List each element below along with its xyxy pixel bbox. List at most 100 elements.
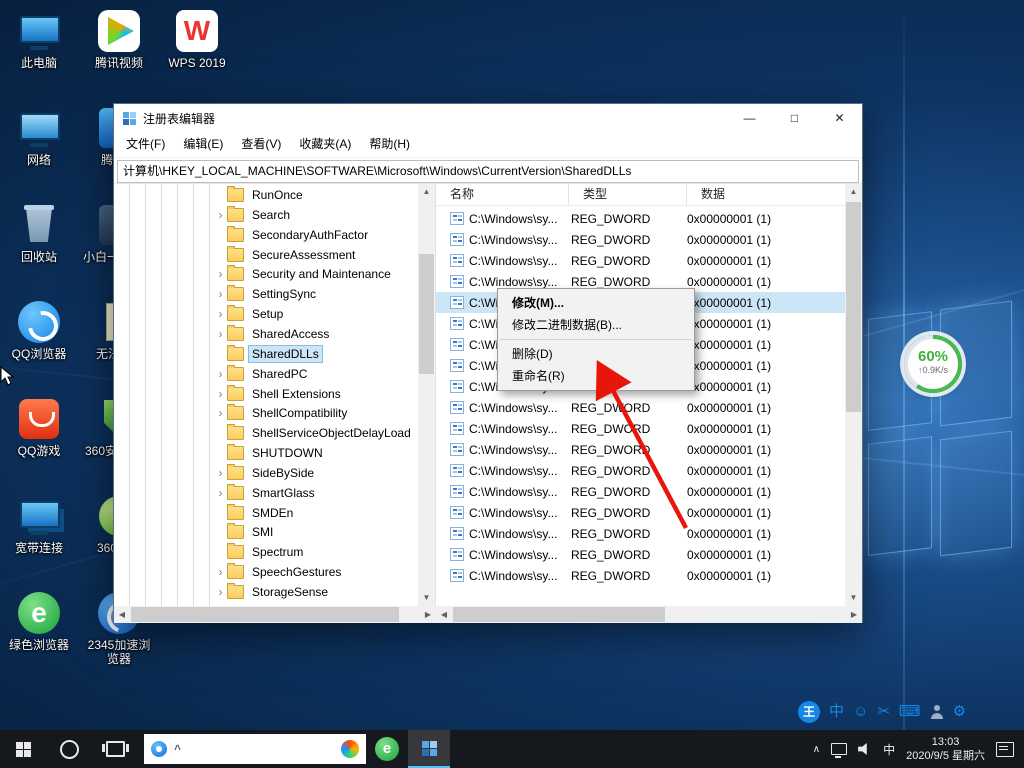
registry-row[interactable]: C:\Windows\sy...REG_DWORD0x00000001 (1) [436,502,845,523]
context-menu-item[interactable]: 修改二进制数据(B)... [498,314,694,336]
context-menu-item[interactable]: 删除(D) [498,343,694,365]
column-header[interactable]: 类型 [569,184,687,205]
expander-icon[interactable]: › [214,208,227,222]
input-language-indicator[interactable]: 中 [883,741,895,758]
desktop-icon-recycle-bin[interactable]: 回收站 [2,200,76,297]
expander-icon[interactable]: › [214,585,227,599]
desktop-icon-tencent-video[interactable]: 腾讯视频 [82,6,156,103]
expander-icon[interactable]: › [214,387,227,401]
context-menu-item[interactable]: 重命名(R) [498,365,694,387]
scroll-left-icon[interactable]: ◀ [436,606,452,623]
ime-emoji-icon[interactable]: ☺ [853,701,868,723]
expander-icon[interactable]: › [214,565,227,579]
action-center-icon[interactable] [996,742,1014,757]
tree-item[interactable]: Spectrum [114,542,419,562]
tree-item[interactable]: ›ShellCompatibility [114,403,419,423]
expander-icon[interactable]: › [214,406,227,420]
ime-user-icon[interactable] [930,705,944,719]
scroll-right-icon[interactable]: ▶ [420,606,436,623]
taskbar-green-browser-button[interactable]: e [366,730,408,768]
desktop-icon-qq-browser[interactable]: QQ浏览器 [2,297,76,394]
menu-item[interactable]: 编辑(E) [174,132,232,157]
start-button[interactable] [0,730,46,768]
tree-item[interactable]: RunOnce [114,185,419,205]
minimize-button[interactable]: — [727,104,772,132]
tree-item[interactable]: SecureAssessment [114,245,419,265]
tree-vscroll-thumb[interactable] [419,254,434,374]
expander-icon[interactable]: › [214,367,227,381]
tree-hscroll-thumb[interactable] [131,607,399,622]
expander-icon[interactable]: › [214,307,227,321]
registry-row[interactable]: C:\Windows\sy...REG_DWORD0x00000001 (1) [436,229,845,250]
desktop-icon-network[interactable]: 网络 [2,103,76,200]
menu-item[interactable]: 帮助(H) [360,132,419,157]
volume-tray-icon[interactable] [858,743,872,756]
tree-item[interactable]: SMI [114,522,419,542]
list-horizontal-scrollbar[interactable]: ◀ ▶ [436,606,862,623]
list-vscroll-thumb[interactable] [846,202,861,412]
ime-screenshot-scissors-icon[interactable]: ✂ [877,701,890,723]
desktop-icon-green-browser[interactable]: 绿色浏览器 [2,588,76,685]
tree-item[interactable]: ›Shell Extensions [114,384,419,404]
tree-item[interactable]: ›SharedAccess [114,324,419,344]
scroll-up-icon[interactable]: ▲ [418,184,435,200]
expander-icon[interactable]: › [214,327,227,341]
registry-row[interactable]: C:\Windows\sy...REG_DWORD0x00000001 (1) [436,544,845,565]
menu-item[interactable]: 文件(F) [117,132,174,157]
registry-row[interactable]: C:\Windows\sy...REG_DWORD0x00000001 (1) [436,397,845,418]
tree-item[interactable]: ›Search [114,205,419,225]
ime-logo-icon[interactable]: 王 [798,701,820,723]
taskbar-regedit-button-active[interactable] [408,730,450,768]
menu-item[interactable]: 收藏夹(A) [290,132,360,157]
column-header[interactable]: 名称 [436,184,569,205]
scroll-up-icon[interactable]: ▲ [845,184,862,200]
expander-icon[interactable]: › [214,267,227,281]
registry-row[interactable]: C:\Windows\sy...REG_DWORD0x00000001 (1) [436,418,845,439]
ime-mode-chinese-icon[interactable]: 中 [829,701,844,723]
registry-row[interactable]: C:\Windows\sy...REG_DWORD0x00000001 (1) [436,460,845,481]
cortana-button[interactable] [46,730,92,768]
browser-q-icon[interactable] [341,740,359,758]
menu-item[interactable]: 查看(V) [232,132,290,157]
expander-icon[interactable]: › [214,287,227,301]
close-button[interactable]: ✕ [817,104,862,132]
column-header[interactable]: 数据 [687,184,845,205]
tree-item[interactable]: ›SpeechGestures [114,562,419,582]
context-menu-item[interactable]: 修改(M)... [498,292,694,314]
scroll-down-icon[interactable]: ▼ [418,590,435,606]
address-input[interactable]: 计算机\HKEY_LOCAL_MACHINE\SOFTWARE\Microsof… [117,160,859,183]
tree-item[interactable]: SMDEn [114,503,419,523]
list-vertical-scrollbar[interactable]: ▲ ▼ [845,184,862,606]
speed-ball-widget[interactable]: 60% ↑0.9K/s [904,335,962,393]
tray-expand-icon[interactable]: ∧ [813,744,820,755]
ime-keyboard-icon[interactable]: ⌨ [899,701,921,723]
expander-icon[interactable]: › [214,466,227,480]
maximize-button[interactable]: □ [772,104,817,132]
tree-item[interactable]: ›StorageSense [114,582,419,602]
tree-item[interactable]: SHUTDOWN [114,443,419,463]
scroll-right-icon[interactable]: ▶ [846,606,862,623]
tree-item[interactable]: SharedDLLs [114,344,419,364]
tree-item[interactable]: ›Security and Maintenance [114,264,419,284]
desktop-icon-this-pc[interactable]: 此电脑 [2,6,76,103]
tree-item[interactable]: ›SmartGlass [114,483,419,503]
list-hscroll-thumb[interactable] [453,607,665,622]
task-view-button[interactable] [92,730,138,768]
registry-row[interactable]: C:\Windows\sy...REG_DWORD0x00000001 (1) [436,523,845,544]
tree-vertical-scrollbar[interactable]: ▲ ▼ [418,184,435,606]
scroll-down-icon[interactable]: ▼ [845,590,862,606]
desktop-icon-wps[interactable]: WPS 2019 [160,6,234,103]
scroll-left-icon[interactable]: ◀ [114,606,130,623]
registry-row[interactable]: C:\Windows\sy...REG_DWORD0x00000001 (1) [436,565,845,586]
tree-item[interactable]: ›SharedPC [114,364,419,384]
tree-item[interactable]: ›SideBySide [114,463,419,483]
tree-item[interactable]: ›Setup [114,304,419,324]
taskbar-clock[interactable]: 13:03 2020/9/5 星期六 [906,735,985,763]
desktop-icon-broadband[interactable]: 宽带连接 [2,491,76,588]
registry-row[interactable]: C:\Windows\sy...REG_DWORD0x00000001 (1) [436,208,845,229]
desktop-icon-qq-game[interactable]: QQ游戏 [2,394,76,491]
tree-item[interactable]: ShellServiceObjectDelayLoad [114,423,419,443]
tree-item[interactable]: ›SettingSync [114,284,419,304]
registry-row[interactable]: C:\Windows\sy...REG_DWORD0x00000001 (1) [436,481,845,502]
registry-row[interactable]: C:\Windows\sy...REG_DWORD0x00000001 (1) [436,250,845,271]
